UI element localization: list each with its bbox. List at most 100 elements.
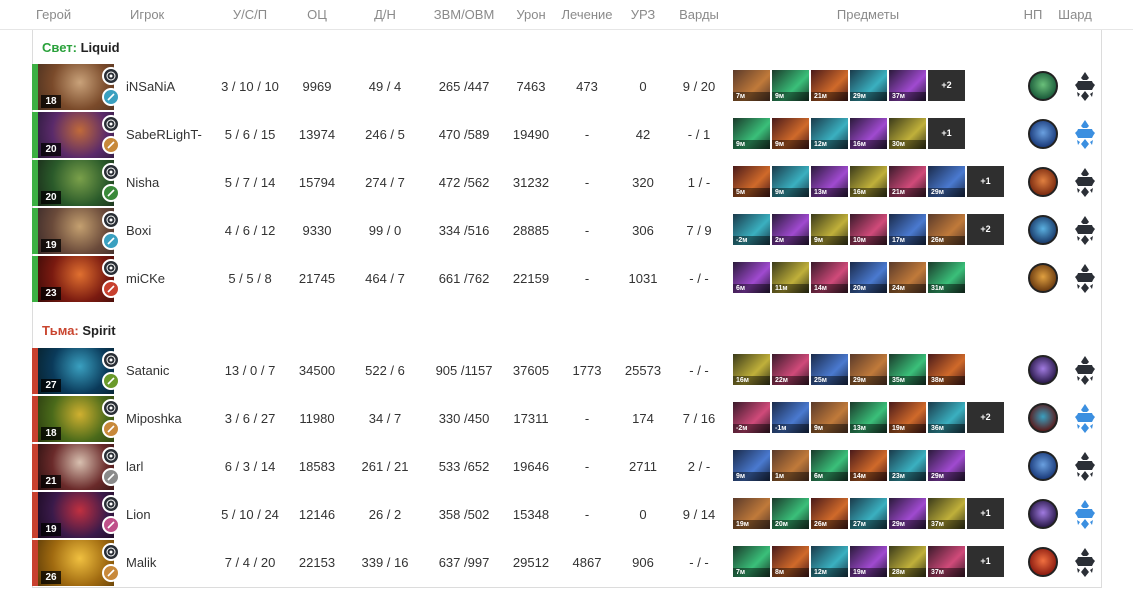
item-icon[interactable]: 22м — [772, 354, 809, 385]
neutral-item-icon[interactable] — [1028, 263, 1058, 293]
item-icon[interactable]: 19м — [733, 498, 770, 529]
col-damage[interactable]: Урон — [516, 0, 545, 30]
item-icon[interactable]: 28м — [889, 546, 926, 577]
col-tower[interactable]: УРЗ — [631, 0, 656, 30]
item-icon[interactable]: -1м — [772, 402, 809, 433]
neutral-item-icon[interactable] — [1028, 499, 1058, 529]
player-name[interactable]: larl — [126, 444, 143, 490]
more-items-button[interactable]: +2 — [928, 70, 965, 101]
col-wards[interactable]: Варды — [679, 0, 719, 30]
more-items-button[interactable]: +2 — [967, 402, 1004, 433]
item-icon[interactable]: 7м — [733, 546, 770, 577]
item-icon[interactable]: 21м — [889, 166, 926, 197]
neutral-item-icon[interactable] — [1028, 403, 1058, 433]
item-icon[interactable]: 29м — [928, 450, 965, 481]
team-name[interactable]: Spirit — [79, 323, 115, 338]
more-items-button[interactable]: +2 — [967, 214, 1004, 245]
item-icon[interactable]: 36м — [928, 402, 965, 433]
item-icon[interactable]: 29м — [889, 498, 926, 529]
player-name[interactable]: Nisha — [126, 160, 159, 206]
item-icon[interactable]: 5м — [733, 166, 770, 197]
item-icon[interactable]: 12м — [811, 546, 848, 577]
more-items-button[interactable]: +1 — [967, 498, 1004, 529]
player-row[interactable]: 23 miCKe 5 / 5 / 8 21745 464 / 7 661 /762 2215… — [32, 256, 1102, 302]
item-icon[interactable]: 29м — [850, 354, 887, 385]
item-icon[interactable]: 2м — [772, 214, 809, 245]
player-row[interactable]: 18 Miposhka 3 / 6 / 27 11980 34 / 7 330 /450 1… — [32, 396, 1102, 442]
item-icon[interactable]: 13м — [850, 402, 887, 433]
item-icon[interactable]: 9м — [811, 402, 848, 433]
more-items-button[interactable]: +1 — [967, 166, 1004, 197]
neutral-item-icon[interactable] — [1028, 215, 1058, 245]
item-icon[interactable]: 9м — [772, 166, 809, 197]
item-icon[interactable]: 27м — [850, 498, 887, 529]
item-icon[interactable]: 21м — [811, 70, 848, 101]
col-player[interactable]: Игрок — [130, 0, 164, 30]
item-icon[interactable]: 16м — [850, 166, 887, 197]
item-icon[interactable]: 9м — [733, 450, 770, 481]
item-icon[interactable]: 37м — [928, 546, 965, 577]
item-icon[interactable]: 19м — [850, 546, 887, 577]
player-name[interactable]: SabeRLighT- — [126, 112, 202, 158]
item-icon[interactable]: 30м — [889, 118, 926, 149]
player-row[interactable]: 20 SabeRLighT- 5 / 6 / 15 13974 246 / 5 470 /… — [32, 112, 1102, 158]
item-icon[interactable]: 16м — [850, 118, 887, 149]
col-lasthits[interactable]: Д/Н — [374, 0, 396, 30]
item-icon[interactable]: 19м — [889, 402, 926, 433]
item-icon[interactable]: 6м — [811, 450, 848, 481]
item-icon[interactable]: 31м — [928, 262, 965, 293]
player-row[interactable]: 19 Lion 5 / 10 / 24 12146 26 / 2 358 /502 1534… — [32, 492, 1102, 538]
item-icon[interactable]: 11м — [772, 262, 809, 293]
item-icon[interactable]: 1м — [772, 450, 809, 481]
item-icon[interactable]: 8м — [772, 546, 809, 577]
player-row[interactable]: 26 Malik 7 / 4 / 20 22153 339 / 16 637 /997 29… — [32, 540, 1102, 586]
item-icon[interactable]: -2м — [733, 214, 770, 245]
col-hero[interactable]: Герой — [36, 0, 71, 30]
neutral-item-icon[interactable] — [1028, 355, 1058, 385]
item-icon[interactable]: 20м — [850, 262, 887, 293]
item-icon[interactable]: 37м — [889, 70, 926, 101]
item-icon[interactable]: 24м — [889, 262, 926, 293]
item-icon[interactable]: 29м — [850, 70, 887, 101]
item-icon[interactable]: 10м — [850, 214, 887, 245]
item-icon[interactable]: 9м — [772, 118, 809, 149]
item-icon[interactable]: 20м — [772, 498, 809, 529]
item-icon[interactable]: 25м — [811, 354, 848, 385]
item-icon[interactable]: 26м — [811, 498, 848, 529]
player-name[interactable]: iNSaNiA — [126, 64, 175, 110]
player-name[interactable]: Malik — [126, 540, 156, 586]
item-icon[interactable]: 17м — [889, 214, 926, 245]
team-name[interactable]: Liquid — [77, 40, 120, 55]
col-networth[interactable]: ОЦ — [307, 0, 327, 30]
item-icon[interactable]: 38м — [928, 354, 965, 385]
col-gpm-xpm[interactable]: ЗВМ/ОВМ — [434, 0, 495, 30]
more-items-button[interactable]: +1 — [928, 118, 965, 149]
item-icon[interactable]: 14м — [811, 262, 848, 293]
more-items-button[interactable]: +1 — [967, 546, 1004, 577]
item-icon[interactable]: 7м — [733, 70, 770, 101]
item-icon[interactable]: 12м — [811, 118, 848, 149]
item-icon[interactable]: 13м — [811, 166, 848, 197]
item-icon[interactable]: 9м — [772, 70, 809, 101]
item-icon[interactable]: 29м — [928, 166, 965, 197]
neutral-item-icon[interactable] — [1028, 451, 1058, 481]
item-icon[interactable]: 9м — [811, 214, 848, 245]
item-icon[interactable]: 9м — [733, 118, 770, 149]
neutral-item-icon[interactable] — [1028, 119, 1058, 149]
neutral-item-icon[interactable] — [1028, 167, 1058, 197]
player-name[interactable]: miCKe — [126, 256, 165, 302]
item-icon[interactable]: 6м — [733, 262, 770, 293]
player-name[interactable]: Boxi — [126, 208, 151, 254]
col-kda[interactable]: У/С/П — [233, 0, 267, 30]
player-name[interactable]: Lion — [126, 492, 151, 538]
item-icon[interactable]: -2м — [733, 402, 770, 433]
player-row[interactable]: 21 larl 6 / 3 / 14 18583 261 / 21 533 /652 196… — [32, 444, 1102, 490]
item-icon[interactable]: 23м — [889, 450, 926, 481]
item-icon[interactable]: 35м — [889, 354, 926, 385]
player-row[interactable]: 18 iNSaNiA 3 / 10 / 10 9969 49 / 4 265 /447 74… — [32, 64, 1102, 110]
neutral-item-icon[interactable] — [1028, 71, 1058, 101]
item-icon[interactable]: 26м — [928, 214, 965, 245]
col-heal[interactable]: Лечение — [561, 0, 612, 30]
player-row[interactable]: 27 Satanic 13 / 0 / 7 34500 522 / 6 905 /1157… — [32, 348, 1102, 394]
neutral-item-icon[interactable] — [1028, 547, 1058, 577]
